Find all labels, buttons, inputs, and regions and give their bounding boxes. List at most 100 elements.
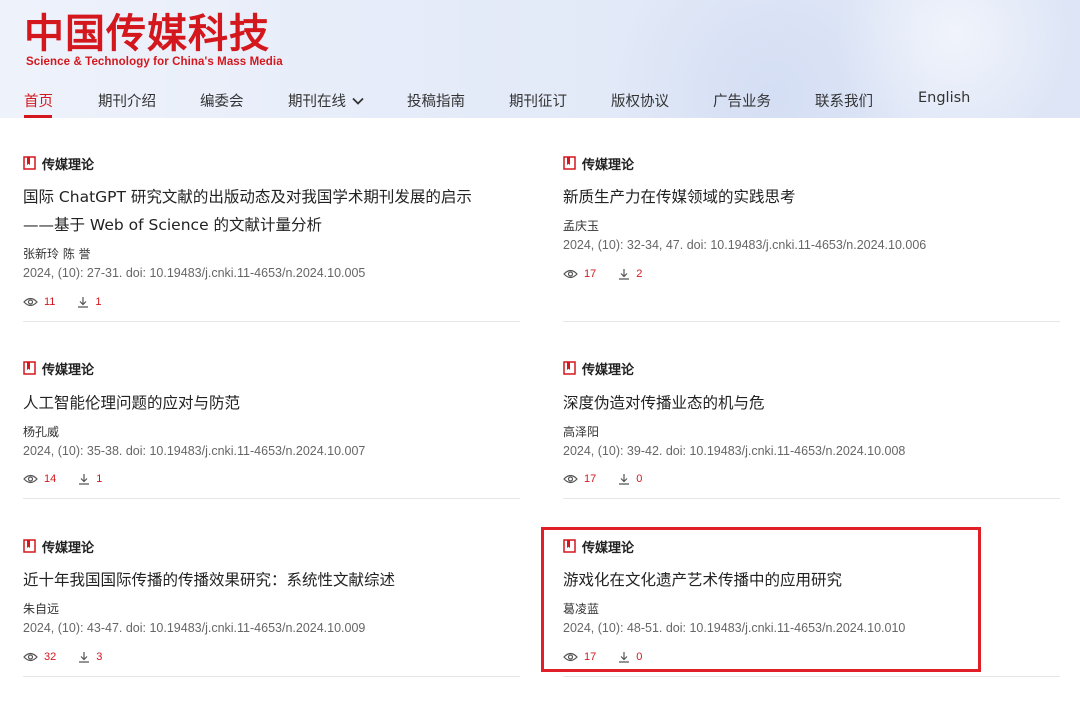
article-category-label: 传媒理论	[42, 540, 95, 556]
card-divider	[563, 498, 1060, 499]
download-icon	[79, 474, 90, 485]
article-stats: 32 3	[23, 651, 124, 663]
article-card: 传媒理论 新质生产力在传媒领域的实践思考 孟庆玉 2024, (10): 32-…	[563, 154, 1060, 322]
eye-icon	[563, 269, 578, 279]
site-header: 中国传媒科技 Science & Technology for China's …	[0, 0, 1080, 118]
article-category: 传媒理论	[563, 359, 635, 378]
article-authors: 高泽阳	[563, 425, 600, 439]
download-count-value: 1	[96, 473, 103, 485]
download-count: 1	[78, 473, 102, 485]
book-icon	[23, 156, 36, 170]
download-icon	[619, 474, 630, 485]
book-icon	[563, 361, 576, 375]
download-icon	[619, 652, 630, 663]
nav-item-contact[interactable]: 联系我们	[815, 90, 873, 111]
view-count: 14	[23, 473, 56, 485]
article-stats: 17 2	[563, 268, 664, 280]
article-stats: 11 1	[23, 296, 124, 308]
article-category: 传媒理论	[23, 154, 95, 173]
card-divider	[23, 676, 520, 677]
article-citation: 2024, (10): 43-47. doi: 10.19483/j.cnki.…	[23, 621, 366, 635]
nav-active-indicator	[24, 115, 52, 118]
nav-item-subscription[interactable]: 期刊征订	[509, 90, 567, 111]
article-title[interactable]: 近十年我国国际传播的传播效果研究：系统性文献综述	[23, 566, 395, 594]
view-count-value: 32	[44, 651, 57, 663]
card-divider	[23, 321, 520, 322]
card-divider	[23, 498, 520, 499]
article-title-line-2[interactable]: ——基于 Web of Science 的文献计量分析	[23, 211, 322, 239]
article-citation: 2024, (10): 39-42. doi: 10.19483/j.cnki.…	[563, 444, 906, 458]
article-card: 传媒理论 国际 ChatGPT 研究文献的出版动态及对我国学术期刊发展的启示 —…	[23, 154, 520, 322]
article-title[interactable]: 人工智能伦理问题的应对与防范	[23, 389, 240, 417]
article-citation: 2024, (10): 32-34, 47. doi: 10.19483/j.c…	[563, 238, 927, 252]
article-stats: 17 0	[563, 473, 664, 485]
book-icon	[563, 156, 576, 170]
download-count: 0	[618, 473, 642, 485]
chevron-down-icon	[352, 97, 364, 105]
download-count-value: 2	[636, 268, 643, 280]
view-count: 17	[563, 268, 596, 280]
article-title[interactable]: 游戏化在文化遗产艺术传播中的应用研究	[563, 566, 842, 594]
view-count: 17	[563, 473, 596, 485]
book-icon	[23, 539, 36, 553]
article-category: 传媒理论	[563, 154, 635, 173]
eye-icon	[23, 474, 38, 484]
nav-item-editorial-board[interactable]: 编委会	[200, 90, 244, 111]
logo-english[interactable]: Science & Technology for China's Mass Me…	[26, 56, 283, 68]
article-card: 传媒理论 人工智能伦理问题的应对与防范 杨孔威 2024, (10): 35-3…	[23, 359, 520, 499]
eye-icon	[563, 474, 578, 484]
article-citation: 2024, (10): 48-51. doi: 10.19483/j.cnki.…	[563, 621, 906, 635]
article-title[interactable]: 新质生产力在传媒领域的实践思考	[563, 183, 796, 211]
download-icon	[79, 652, 90, 663]
view-count-value: 14	[44, 473, 57, 485]
article-authors: 朱自远	[23, 602, 60, 616]
nav-item-home[interactable]: 首页	[24, 90, 53, 111]
download-count: 3	[78, 651, 102, 663]
article-category-label: 传媒理论	[582, 157, 635, 173]
article-category-label: 传媒理论	[42, 157, 95, 173]
article-category-label: 传媒理论	[42, 362, 95, 378]
article-authors: 孟庆玉	[563, 219, 600, 233]
nav-item-advertising[interactable]: 广告业务	[713, 90, 771, 111]
card-divider	[563, 321, 1060, 322]
eye-icon	[23, 297, 38, 307]
article-authors: 杨孔威	[23, 425, 60, 439]
nav-item-journal-online-label: 期刊在线	[288, 94, 346, 110]
view-count: 11	[23, 296, 55, 308]
main-nav: 首页 期刊介绍 编委会 期刊在线 投稿指南 期刊征订 版权协议 广告业务 联系我…	[0, 88, 1080, 118]
download-count-value: 0	[636, 473, 643, 485]
article-card: 传媒理论 深度伪造对传播业态的机与危 高泽阳 2024, (10): 39-42…	[563, 359, 1060, 499]
download-count-value: 0	[636, 651, 643, 663]
article-category: 传媒理论	[23, 359, 95, 378]
article-citation: 2024, (10): 27-31. doi: 10.19483/j.cnki.…	[23, 266, 366, 280]
nav-item-copyright[interactable]: 版权协议	[611, 90, 669, 111]
article-title[interactable]: 深度伪造对传播业态的机与危	[563, 389, 765, 417]
book-icon	[563, 539, 576, 553]
logo-chinese[interactable]: 中国传媒科技	[24, 10, 270, 58]
article-stats: 14 1	[23, 473, 124, 485]
download-count-value: 3	[96, 651, 103, 663]
article-card: 传媒理论 游戏化在文化遗产艺术传播中的应用研究 葛凌蓝 2024, (10): …	[563, 537, 1060, 677]
eye-icon	[23, 652, 38, 662]
view-count-value: 17	[584, 268, 597, 280]
download-count: 1	[77, 296, 102, 308]
nav-item-journal-intro[interactable]: 期刊介绍	[98, 90, 156, 111]
download-count: 2	[618, 268, 642, 280]
view-count: 32	[23, 651, 56, 663]
card-divider	[563, 676, 1060, 677]
article-card: 传媒理论 近十年我国国际传播的传播效果研究：系统性文献综述 朱自远 2024, …	[23, 537, 520, 677]
download-icon	[78, 297, 89, 308]
nav-item-journal-online[interactable]: 期刊在线	[288, 90, 364, 111]
view-count-value: 11	[44, 296, 56, 308]
book-icon	[23, 361, 36, 375]
download-count-value: 1	[95, 296, 102, 308]
article-category-label: 传媒理论	[582, 540, 635, 556]
nav-item-english[interactable]: English	[918, 90, 970, 106]
eye-icon	[563, 652, 578, 662]
article-title-line-1[interactable]: 国际 ChatGPT 研究文献的出版动态及对我国学术期刊发展的启示	[23, 183, 472, 211]
nav-item-submission-guide[interactable]: 投稿指南	[407, 90, 465, 111]
view-count-value: 17	[584, 651, 597, 663]
article-category: 传媒理论	[563, 537, 635, 556]
article-stats: 17 0	[563, 651, 664, 663]
article-category-label: 传媒理论	[582, 362, 635, 378]
